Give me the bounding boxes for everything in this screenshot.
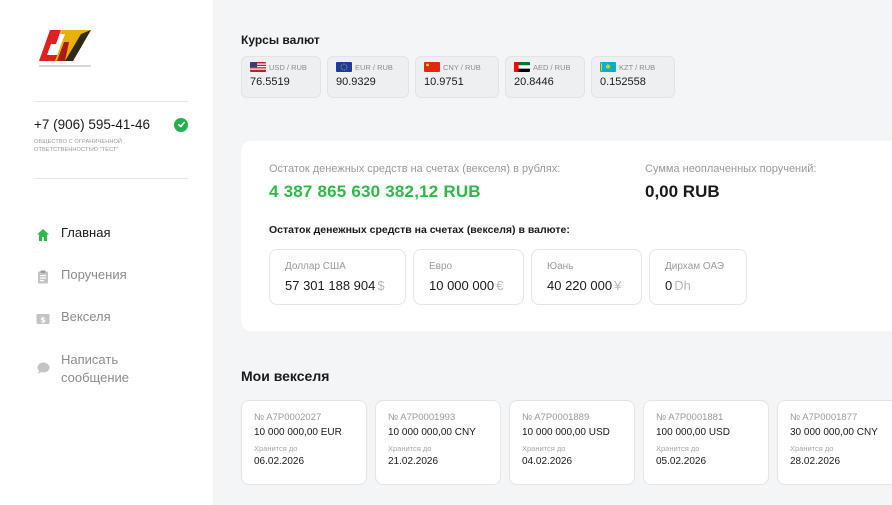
bill-store-label: Хранится до — [254, 444, 298, 453]
rub-balance-label: Остаток денежных средств на счетах (векс… — [269, 163, 561, 175]
bill-number: № A7P0002027 — [254, 412, 322, 423]
rate-pair: USD / RUB — [269, 62, 307, 72]
currency-card-eur: Евро 10 000 000 € — [413, 249, 524, 305]
kazakhstan-flag-icon — [600, 62, 616, 72]
rate-value: 10.9751 — [424, 76, 464, 88]
bill-card[interactable]: № A7P0001881 100 000,00 USD Хранится до … — [643, 400, 769, 485]
bill-amount: 10 000 000,00 EUR — [254, 427, 342, 438]
divider-bottom — [34, 178, 188, 179]
bill-card[interactable]: № A7P0001877 30 000 000,00 CNY Хранится … — [777, 400, 892, 485]
bill-card[interactable]: № A7P0001889 10 000 000,00 USD Хранится … — [509, 400, 635, 485]
rate-value: 20.8446 — [514, 76, 554, 88]
currency-symbol: € — [496, 278, 504, 293]
rate-card-cny: CNY / RUB 10.9751 — [415, 56, 499, 98]
bill-number: № A7P0001993 — [388, 412, 456, 423]
currency-balances: Доллар США 57 301 188 904 $ Евро 10 000 0… — [269, 249, 747, 305]
rate-pair: EUR / RUB — [355, 62, 393, 72]
bill-card[interactable]: № A7P0002027 10 000 000,00 EUR Хранится … — [241, 400, 367, 485]
home-icon — [37, 229, 49, 241]
divider-top — [34, 101, 188, 102]
rate-card-usd: USD / RUB 76.5519 — [241, 56, 321, 98]
eu-flag-icon — [336, 62, 352, 72]
china-flag-icon — [424, 62, 440, 72]
dollar-note-icon: $ — [36, 314, 50, 324]
currency-amount: 57 301 188 904 — [285, 278, 376, 293]
sidebar: +7 (906) 595-41-46 ОБЩЕСТВО С ОГРАНИЧЕНН… — [0, 0, 213, 505]
sidebar-item-label: Главная — [61, 225, 111, 240]
bill-card[interactable]: № A7P0001993 10 000 000,00 CNY Хранится … — [375, 400, 501, 485]
a7-logo[interactable] — [37, 28, 93, 72]
bill-date: 06.02.2026 — [254, 456, 305, 467]
currency-name: Доллар США — [285, 261, 346, 272]
main-content: Курсы валют USD / RUB 76.5519 EUR / RUB … — [213, 0, 892, 505]
rate-value: 90.9329 — [336, 76, 376, 88]
currency-symbol: ¥ — [614, 278, 622, 293]
verified-check-icon — [174, 117, 188, 132]
currency-card-cny: Юань 40 220 000 ¥ — [531, 249, 642, 305]
currency-amount: 40 220 000 — [547, 278, 613, 293]
sidebar-item-label: Векселя — [61, 309, 111, 324]
balance-card: Остаток денежных средств на счетах (векс… — [241, 141, 892, 331]
bill-amount: 100 000,00 USD — [656, 427, 730, 438]
sidebar-item-message[interactable]: Написать сообщение — [36, 351, 206, 391]
bill-store-label: Хранится до — [790, 444, 834, 453]
rate-pair: CNY / RUB — [443, 62, 481, 72]
sidebar-item-orders[interactable]: Поручения — [36, 267, 206, 289]
usa-flag-icon — [250, 62, 266, 72]
rate-pair: KZT / RUB — [619, 62, 656, 72]
bills-list: № A7P0002027 10 000 000,00 EUR Хранится … — [241, 400, 892, 485]
rates-title: Курсы валют — [241, 33, 320, 47]
currency-symbol: Dh — [674, 278, 691, 293]
bill-number: № A7P0001881 — [656, 412, 724, 423]
sidebar-item-home[interactable]: Главная — [36, 225, 206, 247]
svg-text:$: $ — [40, 315, 46, 324]
phone-row: +7 (906) 595-41-46 — [34, 117, 188, 132]
currency-name: Дирхам ОАЭ — [665, 261, 725, 272]
sidebar-item-label: Поручения — [61, 267, 127, 282]
bill-date: 28.02.2026 — [790, 456, 841, 467]
bill-amount: 10 000 000,00 USD — [522, 427, 610, 438]
rate-card-eur: EUR / RUB 90.9329 — [327, 56, 409, 98]
currency-card-usd: Доллар США 57 301 188 904 $ — [269, 249, 406, 305]
unpaid-orders-label: Сумма неоплаченных поручений: — [645, 163, 817, 175]
sidebar-item-label: Написать сообщение — [61, 352, 130, 385]
currency-symbol: $ — [377, 278, 385, 293]
rate-card-kzt: KZT / RUB 0.152558 — [591, 56, 675, 98]
clipboard-icon — [38, 270, 48, 284]
bill-store-label: Хранится до — [656, 444, 700, 453]
chat-bubble-icon — [37, 362, 50, 374]
bill-date: 05.02.2026 — [656, 456, 707, 467]
currency-amount: 10 000 000 — [429, 278, 495, 293]
bill-amount: 10 000 000,00 CNY — [388, 427, 476, 438]
bill-date: 21.02.2026 — [388, 456, 439, 467]
bill-store-label: Хранится до — [388, 444, 432, 453]
bill-date: 04.02.2026 — [522, 456, 573, 467]
uae-flag-icon — [514, 62, 530, 72]
bill-number: № A7P0001889 — [522, 412, 590, 423]
rate-card-aed: AED / RUB 20.8446 — [505, 56, 585, 98]
currency-card-aed: Дирхам ОАЭ 0 Dh — [649, 249, 747, 305]
bill-store-label: Хранится до — [522, 444, 566, 453]
sidebar-nav: Главная Поручения $ Векселя Написать соо… — [36, 225, 206, 411]
bill-number: № A7P0001877 — [790, 412, 858, 423]
currency-name: Евро — [429, 261, 453, 272]
phone-number: +7 (906) 595-41-46 — [34, 117, 150, 132]
currency-balance-label: Остаток денежных средств на счетах (векс… — [269, 224, 570, 236]
bills-title: Мои векселя — [241, 368, 330, 384]
rate-value: 0.152558 — [600, 76, 646, 88]
rate-value: 76.5519 — [250, 76, 290, 88]
currency-name: Юань — [547, 261, 574, 272]
rates-row: USD / RUB 76.5519 EUR / RUB 90.9329 CNY … — [241, 56, 675, 98]
sidebar-item-bills[interactable]: $ Векселя — [36, 309, 206, 331]
currency-amount: 0 — [665, 278, 673, 293]
bill-amount: 30 000 000,00 CNY — [790, 427, 878, 438]
rate-pair: AED / RUB — [533, 62, 571, 72]
rub-balance-value: 4 387 865 630 382,12 RUB — [269, 182, 481, 201]
unpaid-orders-value: 0,00 RUB — [645, 182, 720, 201]
company-name: ОБЩЕСТВО С ОГРАНИЧЕННОЙ ОТВЕТСТВЕННОСТЬЮ… — [34, 139, 123, 153]
